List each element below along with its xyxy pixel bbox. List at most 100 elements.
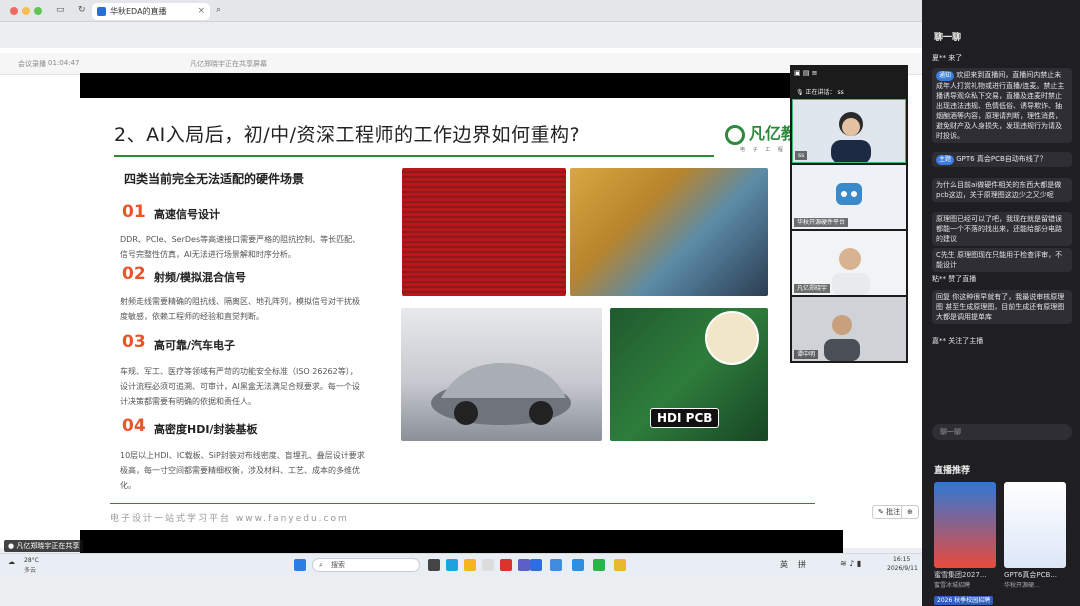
title-divider bbox=[114, 155, 714, 157]
weather-temp: 28°C bbox=[24, 557, 39, 564]
lang-en[interactable]: 英 bbox=[780, 559, 788, 570]
windows-taskbar: ☁ 28°C 多云 ⌕ 搜索 英 拼 ≋ ♪ ▮ 16:15 2026/9/11 bbox=[0, 553, 922, 575]
app-icon[interactable] bbox=[550, 559, 562, 571]
search-icon[interactable]: ⌕ bbox=[216, 5, 221, 15]
slide-subtitle: 四类当前完全无法适配的硬件场景 bbox=[124, 172, 305, 186]
store-icon[interactable] bbox=[482, 559, 494, 571]
zoom-icon[interactable]: ⊕ bbox=[901, 505, 919, 519]
explorer-icon[interactable] bbox=[464, 559, 476, 571]
recommend-title: 直播推荐 bbox=[934, 466, 971, 476]
app-icon[interactable] bbox=[572, 559, 584, 571]
item-heading: 高可靠/汽车电子 bbox=[154, 339, 236, 352]
item-body: DDR、PCIe、SerDes等高速接口需要严格的阻抗控制、等长匹配、信号完整性… bbox=[120, 235, 361, 259]
chat-message: 为什么目前ai做硬件相关的东西大都是做pcb这边，关于原理图这边少之又少呢 bbox=[932, 178, 1072, 202]
tab-bar: ▭ ↻ 华秋EDA的直播 × ⌕ bbox=[0, 0, 922, 22]
weather-icon[interactable]: ☁ bbox=[8, 558, 15, 566]
item-number: 02 bbox=[122, 264, 146, 284]
search-label: 搜索 bbox=[331, 561, 345, 569]
sharing-notification: ● 凡亿郑晓宇正在共享 bbox=[4, 540, 84, 552]
chat-message: 通知 欢迎来到直播间，直播间内禁止未成年人打赏礼物或进行直播/连麦。禁止主播诱导… bbox=[932, 68, 1072, 143]
taskview-icon[interactable] bbox=[428, 559, 440, 571]
close-tab-icon[interactable]: × bbox=[197, 3, 205, 20]
chat-message: 回复 你这种很早就有了，我最说审核原理图 甚至生成原理图，目前生成还有原理图大都… bbox=[932, 290, 1072, 324]
edge-icon[interactable] bbox=[446, 559, 458, 571]
tile-name: ss bbox=[795, 151, 808, 160]
item-number: 01 bbox=[122, 202, 146, 222]
search-icon: ⌕ bbox=[319, 561, 323, 569]
tab-favicon-icon bbox=[97, 7, 106, 16]
tile-toolbar: ▣ ▤ ≡ bbox=[794, 69, 818, 77]
record-label: 会议录播 bbox=[18, 60, 46, 68]
weather-desc: 多云 bbox=[24, 567, 37, 574]
hdi-pcb-image: HDI PCB bbox=[610, 308, 768, 441]
item-heading: 高密度HDI/封装基板 bbox=[154, 423, 258, 436]
sharing-status: 凡亿郑晓宇正在共享屏幕 bbox=[190, 60, 267, 68]
chat-message: 粘** 赞了直播 bbox=[932, 275, 977, 283]
presentation-slide: 2、AI入局后，初/中/资深工程师的工作边界如何重构? 凡亿教育 电 子 工 程… bbox=[80, 98, 843, 530]
share-toolbar: 会议录播 01:04:47 凡亿郑晓宇正在共享屏幕 bbox=[0, 53, 922, 75]
video-tile[interactable]: 凡亿郑晓宇 bbox=[792, 231, 906, 295]
browser-tab[interactable]: 华秋EDA的直播 × bbox=[92, 3, 210, 20]
card-subtitle: 华秋开源硬... bbox=[1004, 582, 1040, 589]
clock-time: 16:15 bbox=[893, 556, 911, 563]
rf-pcb-image bbox=[570, 168, 768, 296]
pcb-layout-image bbox=[402, 168, 566, 296]
item-number: 04 bbox=[122, 416, 146, 436]
video-tiles: ▣ ▤ ≡ 🎙 正在讲话： ss ss 华秋开源硬件平台 凡亿郑晓宇 谭中明 bbox=[790, 65, 908, 363]
wechat-icon[interactable] bbox=[593, 559, 605, 571]
speaking-indicator: 🎙 正在讲话： ss bbox=[796, 89, 844, 96]
chat-input[interactable]: 聊一聊 bbox=[932, 424, 1072, 440]
item-number: 03 bbox=[122, 332, 146, 352]
card-title[interactable]: GPT6真会PCB... bbox=[1004, 570, 1068, 580]
chat-message: 原理图已经可以了吧，我现在就是留错误都能一个不落的找出来，还能给部分电路的建议 bbox=[932, 212, 1072, 246]
minimize-window-button[interactable] bbox=[22, 7, 30, 15]
chat-message: 主题 GPT6 真会PCB自动布线了？ bbox=[932, 152, 1072, 167]
person-icon bbox=[831, 112, 871, 162]
footer-divider bbox=[110, 503, 815, 504]
card-subtitle: 蜜雪冰城招聘 bbox=[934, 582, 971, 589]
tab-title: 华秋EDA的直播 bbox=[110, 7, 167, 16]
wifi-icon[interactable]: ≋ ♪ ▮ bbox=[840, 559, 861, 568]
tile-name: 谭中明 bbox=[794, 350, 819, 359]
clock-date: 2026/9/11 bbox=[887, 565, 918, 572]
annotate-label: 批注 bbox=[886, 508, 901, 516]
slide-footer: 电子设计一站式学习平台 www.fanyedu.com bbox=[110, 514, 349, 524]
sidebar-icon[interactable]: ▭ bbox=[56, 5, 65, 15]
video-tile[interactable]: 谭中明 bbox=[792, 297, 906, 361]
app-icon[interactable] bbox=[614, 559, 626, 571]
close-window-button[interactable] bbox=[10, 7, 18, 15]
lang-pinyin[interactable]: 拼 bbox=[798, 559, 806, 570]
wps-icon[interactable] bbox=[500, 559, 512, 571]
chat-title: 聊一聊 bbox=[934, 33, 962, 43]
zoom-circle-icon bbox=[705, 311, 759, 365]
recommend-card[interactable] bbox=[1004, 482, 1066, 568]
tile-name: 华秋开源硬件平台 bbox=[794, 218, 849, 227]
meeting-app-icon[interactable] bbox=[530, 559, 542, 571]
video-tile[interactable]: 华秋开源硬件平台 bbox=[792, 165, 906, 229]
reload-icon[interactable]: ↻ bbox=[78, 5, 86, 15]
chat-message: 嘉** 关注了主播 bbox=[932, 337, 984, 345]
start-icon[interactable] bbox=[294, 559, 306, 571]
browser-window: ▭ ↻ 华秋EDA的直播 × ⌕ 会议录播 01:04:47 凡亿郑晓宇正在共享… bbox=[0, 0, 922, 606]
promo-tag[interactable]: 2026 秋季校园招聘 bbox=[934, 596, 994, 605]
recommend-card[interactable] bbox=[934, 482, 996, 568]
slide-title: 2、AI入局后，初/中/资深工程师的工作边界如何重构? bbox=[114, 124, 581, 146]
maximize-window-button[interactable] bbox=[34, 7, 42, 15]
chat-message: C先生 原理图现在只能用于检查评审，不能设计 bbox=[932, 248, 1072, 272]
video-tile[interactable]: ss bbox=[792, 99, 906, 163]
chat-message: 夏** 来了 bbox=[932, 54, 963, 62]
item-body: 10层以上HDI、IC载板、SiP封装对布线密度、盲埋孔、叠层设计要求极高，每一… bbox=[120, 451, 365, 490]
chat-sidebar: 聊一聊 夏** 来了 通知 欢迎来到直播间，直播间内禁止未成年人打赏礼物或进行直… bbox=[922, 0, 1080, 606]
item-body: 射频走线需要精确的阻抗线、隔离区、地孔阵列，模拟信号对干扰极度敏感，依赖工程师的… bbox=[120, 297, 360, 321]
tile-name: 凡亿郑晓宇 bbox=[794, 284, 831, 293]
record-timer: 01:04:47 bbox=[48, 59, 80, 67]
car-icon bbox=[431, 363, 571, 425]
item-heading: 高速信号设计 bbox=[154, 208, 220, 221]
item-body: 车规、军工、医疗等领域有严苛的功能安全标准（ISO 26262等），设计流程必须… bbox=[120, 367, 360, 406]
teams-icon[interactable] bbox=[518, 559, 530, 571]
logo-icon bbox=[725, 124, 745, 145]
taskbar-search[interactable]: ⌕ 搜索 bbox=[312, 558, 420, 572]
car-electronics-image bbox=[401, 308, 602, 441]
card-title[interactable]: 蜜雪集团2027... bbox=[934, 570, 998, 580]
item-heading: 射频/模拟混合信号 bbox=[154, 271, 247, 284]
